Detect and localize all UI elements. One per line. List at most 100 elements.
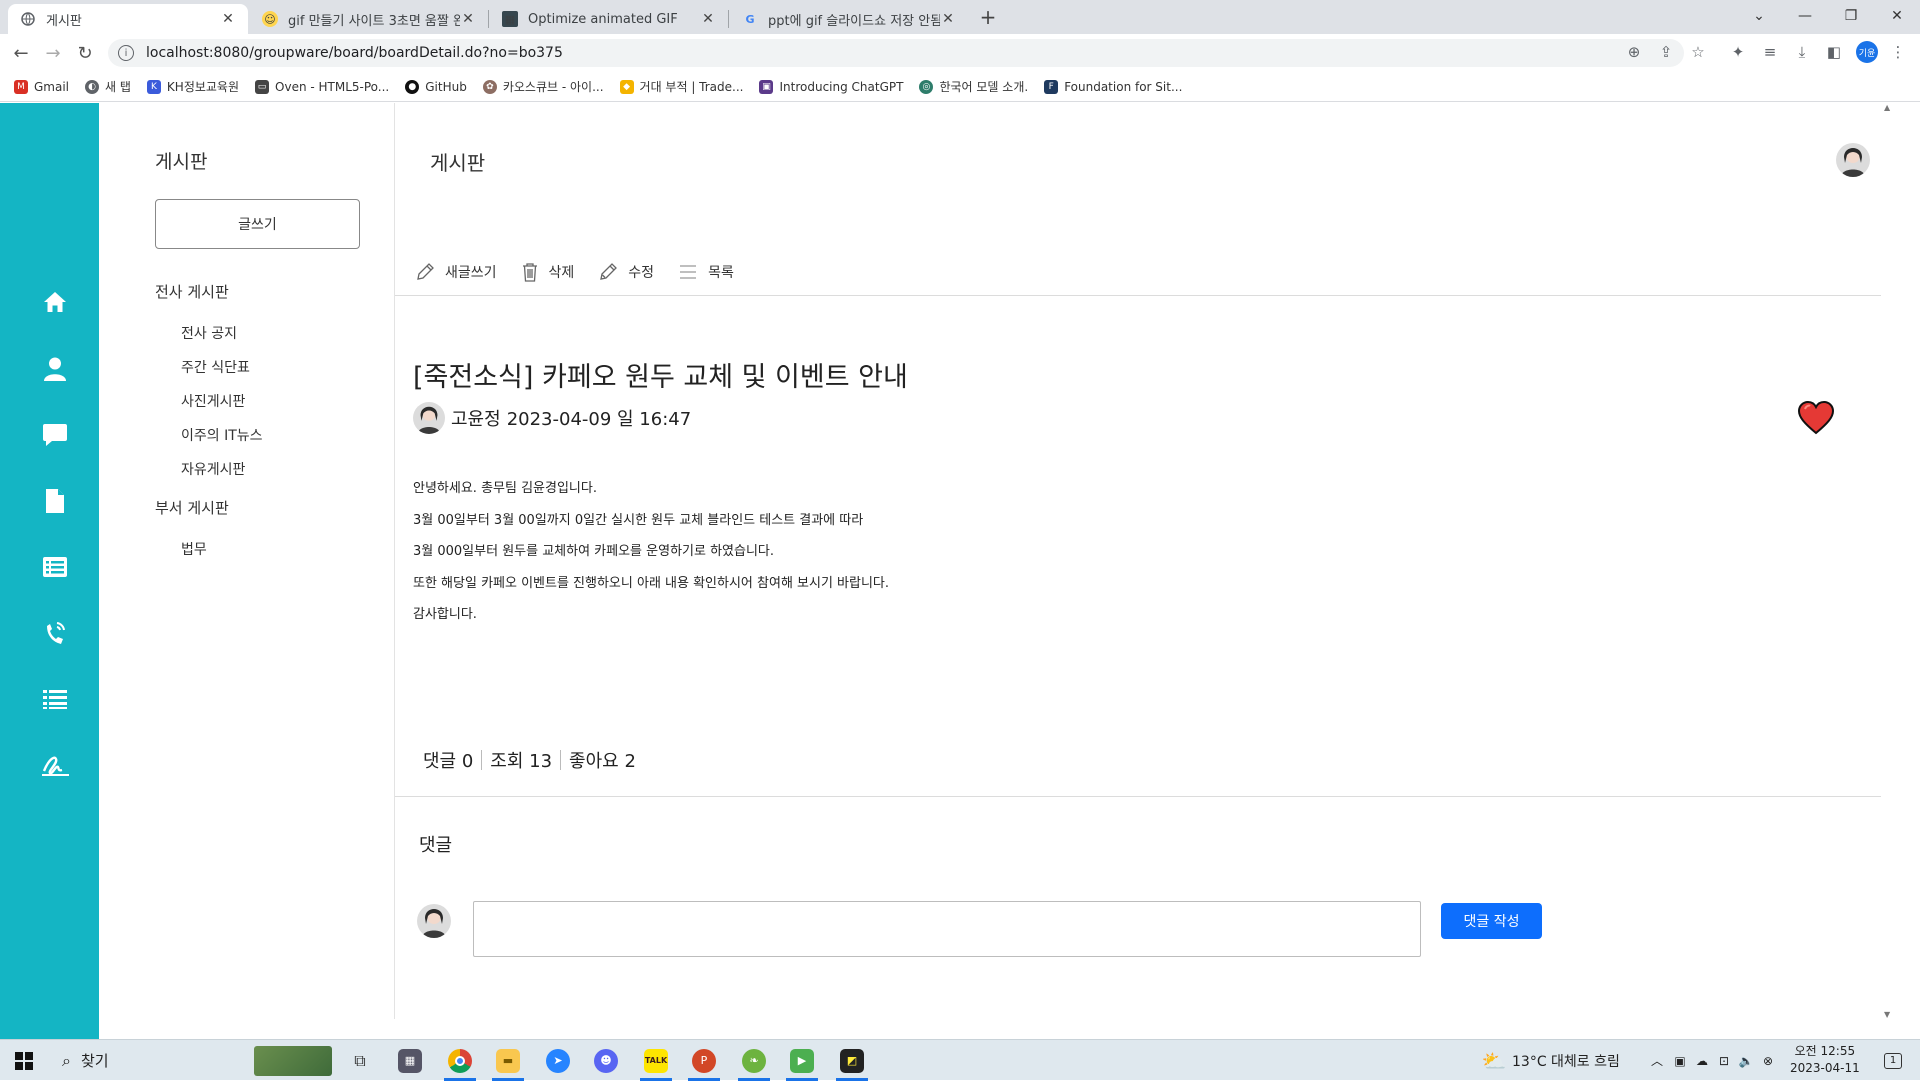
chat-icon[interactable] (32, 415, 78, 455)
group-department-board[interactable]: 부서 게시판 (155, 497, 229, 518)
edit-post-button[interactable]: 수정 (598, 262, 654, 282)
ime-icon[interactable]: ⊗ (1758, 1040, 1778, 1081)
post-author: 고윤정 (451, 409, 501, 430)
write-post-button[interactable]: 글쓰기 (155, 199, 360, 249)
tab-google-search[interactable]: G ppt에 gif 슬라이드쇼 저장 안됨 ✕ (730, 4, 968, 34)
file-explorer-icon[interactable]: ▬ (486, 1040, 530, 1081)
bookmark-trade[interactable]: ◆ 거대 부적 | Trade... (619, 78, 743, 95)
media-control-icon[interactable]: ≡ (1760, 43, 1780, 61)
nav-item-free-board[interactable]: 자유게시판 (181, 459, 245, 479)
reload-button[interactable]: ↻ (72, 41, 98, 65)
submit-comment-button[interactable]: 댓글 작성 (1441, 903, 1542, 939)
zoom-icon[interactable]: ⊕ (1624, 43, 1644, 61)
nav-item-company-notice[interactable]: 전사 공지 (181, 323, 237, 343)
nav-item-legal[interactable]: 법무 (181, 539, 207, 559)
board-list-icon[interactable] (32, 547, 78, 587)
screen-recorder-icon[interactable]: ▶ (780, 1040, 824, 1081)
bookmark-foundation[interactable]: F Foundation for Sit... (1044, 79, 1182, 94)
windows-start-icon[interactable] (6, 1040, 42, 1081)
close-icon[interactable]: ✕ (220, 11, 236, 27)
discord-icon[interactable]: ☻ (584, 1040, 628, 1081)
url-bar[interactable]: i localhost:8080/groupware/board/boardDe… (108, 39, 1684, 67)
bookmark-kh[interactable]: K KH정보교육원 (146, 78, 239, 95)
group-company-board[interactable]: 전사 게시판 (155, 281, 229, 302)
nav-item-photo-board[interactable]: 사진게시판 (181, 391, 245, 411)
volume-icon[interactable]: 🔈 (1736, 1040, 1756, 1081)
scroll-up-arrow-icon[interactable]: ▲ (1884, 103, 1890, 112)
close-icon[interactable]: ✕ (460, 11, 476, 27)
delete-post-button[interactable]: 삭제 (521, 262, 574, 282)
weather-text[interactable]: 13°C 대체로 흐림 (1512, 1040, 1652, 1081)
calculator-icon[interactable]: ▦ (388, 1040, 432, 1081)
weather-cloud-icon[interactable]: ⛅ (1476, 1040, 1512, 1081)
bookmark-github[interactable]: ● GitHub (405, 79, 467, 94)
sticky-notes-icon[interactable]: ◩ (830, 1040, 874, 1081)
view-count: 조회 13 (490, 751, 553, 772)
user-icon[interactable] (32, 349, 78, 389)
menu-kebab-icon[interactable]: ⋮ (1888, 43, 1908, 61)
scroll-down-arrow-icon[interactable]: ▼ (1884, 1010, 1890, 1019)
chrome-icon[interactable] (438, 1040, 482, 1081)
list-view-button[interactable]: 목록 (678, 262, 734, 282)
network-icon[interactable]: ⊡ (1714, 1040, 1734, 1081)
signature-icon[interactable] (32, 745, 78, 785)
onedrive-cloud-icon[interactable]: ☁ (1692, 1040, 1712, 1081)
comment-input[interactable] (473, 901, 1421, 957)
window-close-button[interactable]: ✕ (1874, 0, 1920, 32)
home-icon[interactable] (32, 282, 78, 322)
sourcetree-icon[interactable]: ➤ (536, 1040, 580, 1081)
system-clock[interactable]: 오전 12:55 2023-04-11 (1790, 1043, 1860, 1077)
tray-app-icon[interactable]: ▣ (1670, 1040, 1690, 1081)
divider (395, 796, 1881, 797)
like-heart-icon[interactable] (1797, 400, 1835, 435)
bookmark-oven[interactable]: ▭ Oven - HTML5-Po... (255, 79, 389, 94)
close-icon[interactable]: ✕ (940, 11, 956, 27)
tab-search-chevron-icon[interactable]: ⌄ (1736, 0, 1782, 32)
post-body: 안녕하세요. 총무팀 김윤경입니다. 3월 00일부터 3월 00일까지 0일간… (413, 473, 889, 631)
address-bar-row: ← → ↻ i localhost:8080/groupware/board/b… (0, 34, 1920, 72)
tray-chevron-icon[interactable]: ︿ (1646, 1040, 1668, 1081)
extensions-icon[interactable]: ✦ (1728, 43, 1748, 61)
bookmark-chatgpt[interactable]: ▣ Introducing ChatGPT (759, 79, 903, 94)
avatar[interactable] (1836, 143, 1870, 177)
new-tab-button[interactable]: + (976, 5, 1000, 29)
hamburger-icon (680, 265, 697, 279)
nav-item-weekly-menu[interactable]: 주간 식단표 (181, 357, 250, 377)
download-icon[interactable]: ⤓ (1792, 43, 1812, 61)
post-body-line: 안녕하세요. 총무팀 김윤경입니다. (413, 481, 597, 496)
tab-optimize-gif[interactable]: ▦ Optimize animated GIF ✕ (490, 4, 728, 34)
task-view-icon[interactable]: ⧉ (338, 1040, 382, 1081)
side-panel-icon[interactable]: ◧ (1824, 43, 1844, 61)
bookmark-gmail[interactable]: M Gmail (14, 79, 69, 94)
close-icon[interactable]: ✕ (700, 11, 716, 27)
bookmark-chaos-cube[interactable]: ✿ 카오스큐브 - 아이... (482, 78, 604, 95)
minimize-button[interactable]: — (1782, 0, 1828, 32)
page-scrollbar[interactable]: ▲ ▼ (1881, 103, 1897, 1019)
back-button[interactable]: ← (8, 41, 34, 65)
bookmark-korean-model[interactable]: ◎ 한국어 모델 소개. (919, 78, 1028, 95)
post-detail-main: 게시판 새글쓰기 삭제 수정 목록 [죽전소식] 카페오 원두 교체 및 이벤트… (395, 103, 1881, 1019)
taskbar-search[interactable]: ⌕ 찾기 (48, 1040, 338, 1081)
powerpoint-icon[interactable]: P (682, 1040, 726, 1081)
kakaotalk-icon[interactable]: TALK (634, 1040, 678, 1081)
nav-item-it-news[interactable]: 이주의 IT뉴스 (181, 425, 263, 445)
post-title: [죽전소식] 카페오 원두 교체 및 이벤트 안내 (413, 362, 908, 393)
site-info-icon[interactable]: i (118, 45, 134, 61)
restore-button[interactable]: ❐ (1828, 0, 1874, 32)
new-post-button[interactable]: 새글쓰기 (415, 262, 497, 282)
search-highlight-illustration-icon (254, 1045, 332, 1076)
share-icon[interactable]: ⇪ (1656, 43, 1676, 61)
notification-center-icon[interactable]: 1 (1876, 1040, 1910, 1081)
spring-tool-suite-icon[interactable]: ❧ (732, 1040, 776, 1081)
google-icon: G (745, 12, 755, 26)
phone-icon[interactable] (32, 613, 78, 653)
tab-board[interactable]: 게시판 ✕ (8, 4, 248, 34)
bookmark-new-tab[interactable]: ◐ 새 탭 (85, 78, 131, 95)
tab-gif-maker[interactable]: ☺ gif 만들기 사이트 3초면 움짤 완 ✕ (250, 4, 488, 34)
list-icon[interactable] (32, 679, 78, 719)
forward-button[interactable]: → (40, 41, 66, 65)
profile-avatar[interactable]: 기윤 (1856, 41, 1878, 63)
side-nav-title: 게시판 (155, 151, 208, 173)
bookmark-star-icon[interactable]: ☆ (1688, 43, 1708, 61)
document-icon[interactable] (32, 481, 78, 521)
